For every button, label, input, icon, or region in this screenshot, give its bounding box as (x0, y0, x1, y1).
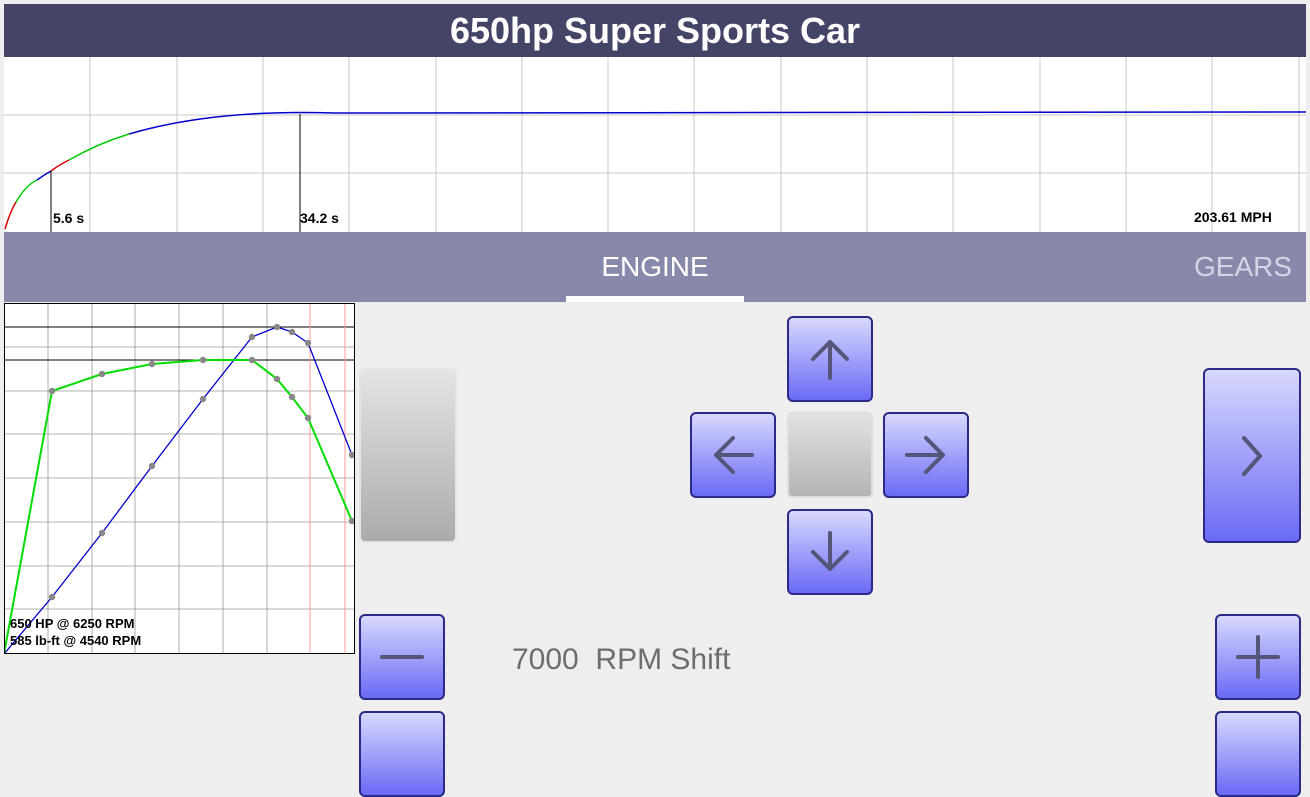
minus-icon (380, 655, 424, 659)
torque-point (199, 356, 207, 364)
torque-points (48, 356, 355, 525)
speed-time-chart: 5.6 s 34.2 s 203.61 MPH (4, 57, 1306, 232)
dyno-chart-grid (4, 303, 355, 654)
torque-point (98, 370, 106, 378)
torque-point (273, 375, 281, 383)
torque-point (248, 356, 256, 364)
dyno-hp-label: 650 HP @ 6250 RPM (10, 616, 134, 631)
power-point (304, 339, 312, 347)
tab-engine[interactable]: ENGINE (566, 232, 744, 302)
tab-gears-label: GEARS (1194, 251, 1293, 282)
power-point (288, 328, 296, 336)
plus-icon (1236, 635, 1280, 679)
speed-curve-gear3 (36, 170, 52, 181)
speed-curve-gear5 (68, 133, 130, 161)
increase-shift-button[interactable] (1215, 614, 1301, 700)
top-speed-label: 203.61 MPH (1194, 209, 1272, 225)
torque-point (304, 414, 312, 422)
speed-curve-gear1 (4, 201, 17, 230)
arrow-left-icon (714, 436, 754, 474)
power-points (48, 323, 355, 601)
torque-point (148, 360, 156, 368)
shift-rpm-unit: RPM Shift (595, 643, 731, 676)
dyno-chart: 650 HP @ 6250 RPM 585 lb-ft @ 4540 RPM (4, 303, 355, 654)
right-button[interactable] (883, 412, 969, 498)
torque-point (288, 393, 296, 401)
power-curve (4, 326, 353, 654)
power-point (48, 593, 56, 601)
tab-selected-indicator (566, 296, 744, 302)
power-point (199, 395, 207, 403)
left-button[interactable] (690, 412, 776, 498)
speed-chart-grid (4, 57, 1306, 232)
power-point (98, 529, 106, 537)
arrow-right-icon (905, 436, 945, 474)
power-point (248, 333, 256, 341)
power-point (148, 462, 156, 470)
increase-shift-button-2[interactable] (1215, 711, 1301, 797)
down-button[interactable] (787, 509, 873, 595)
arrow-down-icon (811, 531, 849, 571)
arrow-up-icon (811, 340, 849, 380)
neutral-button[interactable] (787, 412, 873, 498)
tab-gears[interactable]: GEARS (1194, 232, 1306, 302)
shift-rpm-value: 7000 (512, 643, 579, 676)
decrease-shift-button[interactable] (359, 614, 445, 700)
marker-label-2: 34.2 s (300, 210, 339, 226)
speed-curve-gear4 (50, 159, 70, 172)
up-button[interactable] (787, 316, 873, 402)
tab-bar: ENGINE GEARS (4, 232, 1306, 302)
app-title-bar: 650hp Super Sports Car (4, 4, 1306, 57)
dyno-torque-label: 585 lb-ft @ 4540 RPM (10, 633, 141, 648)
gear-panel (359, 368, 457, 543)
decrease-shift-button-2[interactable] (359, 711, 445, 797)
marker-label-1: 5.6 s (53, 210, 84, 226)
speed-curve-gear2 (15, 179, 38, 203)
torque-curve (4, 359, 353, 654)
torque-point (48, 387, 56, 395)
next-button[interactable] (1203, 368, 1301, 543)
chevron-right-icon (1242, 435, 1262, 476)
tab-engine-label: ENGINE (601, 251, 709, 282)
shift-rpm-label: 7000 RPM Shift (512, 640, 730, 680)
power-point (273, 323, 281, 331)
dyno-border (4, 303, 355, 654)
page-title: 650hp Super Sports Car (449, 9, 861, 51)
